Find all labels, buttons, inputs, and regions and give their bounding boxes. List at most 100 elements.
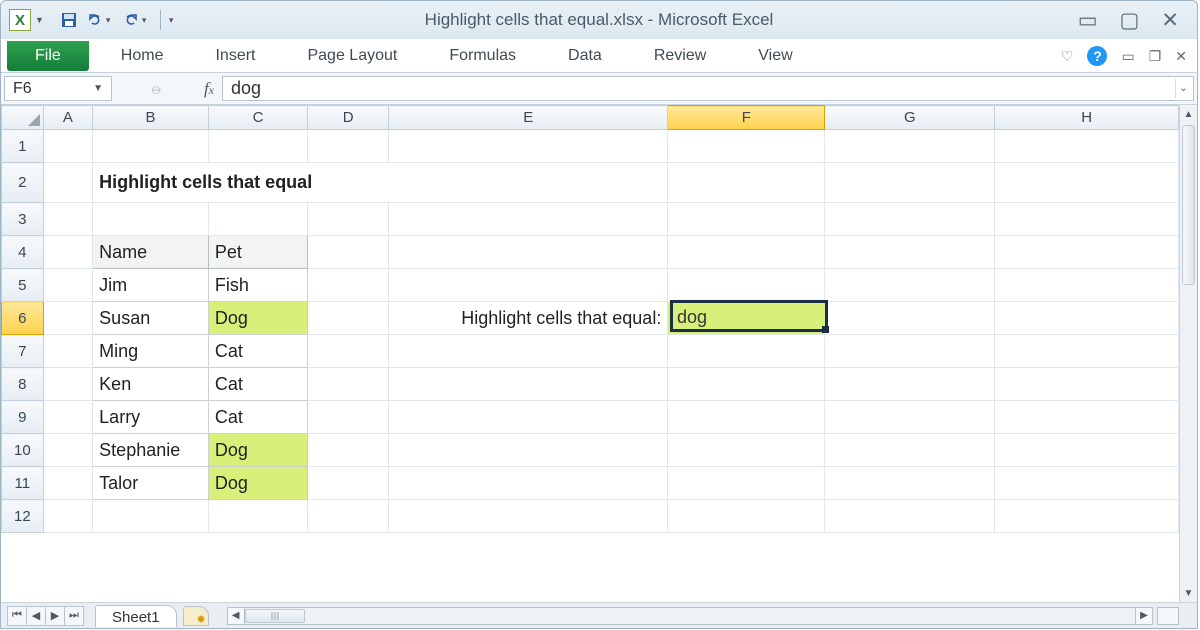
cell-C8[interactable]: Cat xyxy=(208,368,307,401)
save-button[interactable] xyxy=(58,9,80,31)
cell-G7[interactable] xyxy=(825,335,995,368)
row-header-6[interactable]: 6 xyxy=(2,302,44,335)
tab-nav-prev-icon[interactable]: ◀ xyxy=(26,606,46,626)
cell-A4[interactable] xyxy=(43,236,93,269)
cell-A10[interactable] xyxy=(43,434,93,467)
cell-B11[interactable]: Talor xyxy=(93,467,209,500)
cell-H11[interactable] xyxy=(995,467,1179,500)
cell-E3[interactable] xyxy=(389,203,668,236)
cell-A3[interactable] xyxy=(43,203,93,236)
col-header-B[interactable]: B xyxy=(93,106,209,130)
undo-button[interactable] xyxy=(84,9,106,31)
cell-F7[interactable] xyxy=(668,335,825,368)
cell-F1[interactable] xyxy=(668,130,825,163)
cell-C7[interactable]: Cat xyxy=(208,335,307,368)
cell-D9[interactable] xyxy=(308,401,389,434)
row-header-10[interactable]: 10 xyxy=(2,434,44,467)
horizontal-scrollbar[interactable]: ◀ ▶ xyxy=(227,607,1153,625)
new-sheet-button[interactable] xyxy=(183,606,209,626)
redo-history-caret-icon[interactable]: ▾ xyxy=(142,15,152,26)
tab-page-layout[interactable]: Page Layout xyxy=(281,39,423,73)
cell-H10[interactable] xyxy=(995,434,1179,467)
cell-D1[interactable] xyxy=(308,130,389,163)
col-header-F[interactable]: F xyxy=(668,106,825,130)
row-header-12[interactable]: 12 xyxy=(2,500,44,533)
tab-nav-next-icon[interactable]: ▶ xyxy=(45,606,65,626)
row-header-8[interactable]: 8 xyxy=(2,368,44,401)
cell-H4[interactable] xyxy=(995,236,1179,269)
cell-H6[interactable] xyxy=(995,302,1179,335)
row-header-11[interactable]: 11 xyxy=(2,467,44,500)
cell-F3[interactable] xyxy=(668,203,825,236)
cell-B4[interactable]: Name xyxy=(93,236,209,269)
cell-E8[interactable] xyxy=(389,368,668,401)
qat-customize-caret-icon[interactable]: ▾ xyxy=(169,15,179,26)
cell-D8[interactable] xyxy=(308,368,389,401)
row-header-7[interactable]: 7 xyxy=(2,335,44,368)
cell-B2[interactable]: Highlight cells that equal xyxy=(93,163,668,203)
row-header-2[interactable]: 2 xyxy=(2,163,44,203)
cell-G10[interactable] xyxy=(825,434,995,467)
cell-F5[interactable] xyxy=(668,269,825,302)
tab-home[interactable]: Home xyxy=(95,39,190,73)
cell-F12[interactable] xyxy=(668,500,825,533)
formula-expand-icon[interactable]: ⌄ xyxy=(1175,79,1191,98)
cell-D11[interactable] xyxy=(308,467,389,500)
cell-H3[interactable] xyxy=(995,203,1179,236)
cell-D12[interactable] xyxy=(308,500,389,533)
cell-E1[interactable] xyxy=(389,130,668,163)
cell-E9[interactable] xyxy=(389,401,668,434)
cell-E6[interactable]: Highlight cells that equal: xyxy=(389,302,668,335)
cell-C12[interactable] xyxy=(208,500,307,533)
cell-F9[interactable] xyxy=(668,401,825,434)
cell-E10[interactable] xyxy=(389,434,668,467)
cell-G3[interactable] xyxy=(825,203,995,236)
cell-A7[interactable] xyxy=(43,335,93,368)
cell-A2[interactable] xyxy=(43,163,93,203)
tab-formulas[interactable]: Formulas xyxy=(423,39,542,73)
scroll-right-icon[interactable]: ▶ xyxy=(1135,607,1153,625)
select-all-corner[interactable] xyxy=(2,106,44,130)
cell-F11[interactable] xyxy=(668,467,825,500)
ribbon-minimize-button[interactable]: ▭ xyxy=(1121,48,1134,65)
fx-icon[interactable]: fx xyxy=(204,79,214,99)
cell-C10[interactable]: Dog xyxy=(208,434,307,467)
cell-H9[interactable] xyxy=(995,401,1179,434)
cell-D6[interactable] xyxy=(308,302,389,335)
vscroll-thumb[interactable] xyxy=(1182,125,1195,285)
cell-C4[interactable]: Pet xyxy=(208,236,307,269)
sheet-tab[interactable]: Sheet1 xyxy=(95,605,177,627)
cell-G9[interactable] xyxy=(825,401,995,434)
cell-H1[interactable] xyxy=(995,130,1179,163)
row-header-1[interactable]: 1 xyxy=(2,130,44,163)
minimize-button[interactable]: ▭ xyxy=(1078,10,1098,31)
cell-B5[interactable]: Jim xyxy=(93,269,209,302)
cell-F8[interactable] xyxy=(668,368,825,401)
cell-A5[interactable] xyxy=(43,269,93,302)
cell-E7[interactable] xyxy=(389,335,668,368)
cell-B10[interactable]: Stephanie xyxy=(93,434,209,467)
row-header-3[interactable]: 3 xyxy=(2,203,44,236)
hscroll-thumb[interactable] xyxy=(245,609,305,623)
hsplit-handle[interactable] xyxy=(1157,607,1179,625)
cell-E12[interactable] xyxy=(389,500,668,533)
cell-A1[interactable] xyxy=(43,130,93,163)
cell-A12[interactable] xyxy=(43,500,93,533)
cell-G1[interactable] xyxy=(825,130,995,163)
cell-H8[interactable] xyxy=(995,368,1179,401)
cell-C5[interactable]: Fish xyxy=(208,269,307,302)
cell-F10[interactable] xyxy=(668,434,825,467)
file-tab[interactable]: File xyxy=(7,41,89,71)
name-box-caret-icon[interactable]: ▼ xyxy=(93,83,103,94)
cell-G11[interactable] xyxy=(825,467,995,500)
col-header-H[interactable]: H xyxy=(995,106,1179,130)
worksheet-grid[interactable]: ABCDEFGH12Highlight cells that equal34Na… xyxy=(1,105,1179,602)
tab-nav-last-icon[interactable]: ⏭ xyxy=(64,606,84,626)
app-menu-caret-icon[interactable]: ▼ xyxy=(35,15,44,25)
tab-view[interactable]: View xyxy=(732,39,818,73)
row-header-9[interactable]: 9 xyxy=(2,401,44,434)
tab-data[interactable]: Data xyxy=(542,39,628,73)
cell-E5[interactable] xyxy=(389,269,668,302)
cell-C3[interactable] xyxy=(208,203,307,236)
cell-G4[interactable] xyxy=(825,236,995,269)
